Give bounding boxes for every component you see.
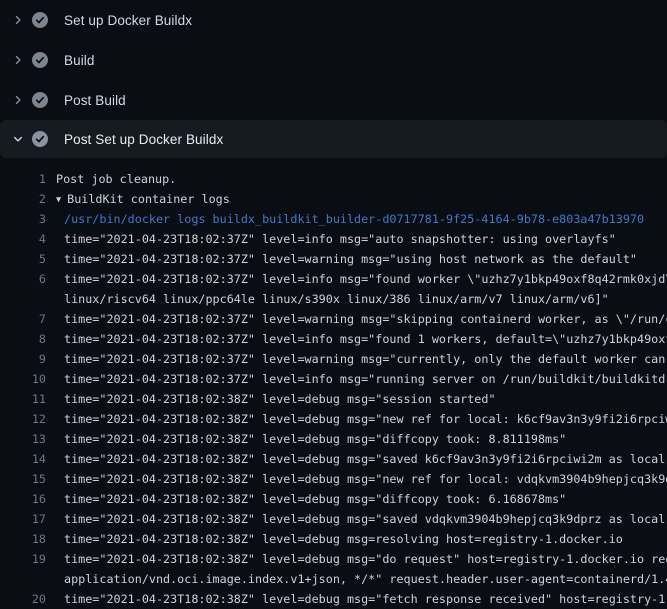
log-text: time="2021-04-23T18:02:37Z" level=info m…	[46, 332, 667, 346]
log-text: time="2021-04-23T18:02:37Z" level=info m…	[46, 272, 667, 286]
log-line: 13time="2021-04-23T18:02:38Z" level=debu…	[0, 429, 667, 449]
log-line: 2 ▼ BuildKit container logs	[0, 189, 667, 209]
line-number[interactable]: 9	[0, 352, 46, 366]
log-line: 17time="2021-04-23T18:02:38Z" level=debu…	[0, 509, 667, 529]
log-text: time="2021-04-23T18:02:38Z" level=debug …	[46, 392, 667, 406]
log-line: 12time="2021-04-23T18:02:38Z" level=debu…	[0, 409, 667, 429]
log-text: application/vnd.oci.image.index.v1+json,…	[46, 572, 667, 586]
log-line: 11time="2021-04-23T18:02:38Z" level=debu…	[0, 389, 667, 409]
check-circle-icon	[32, 131, 48, 147]
step-row-build[interactable]: Build	[0, 40, 667, 80]
line-number[interactable]: 19	[0, 552, 46, 566]
log-line: 18time="2021-04-23T18:02:38Z" level=debu…	[0, 529, 667, 549]
chevron-right-icon	[10, 12, 26, 28]
log-line: 7time="2021-04-23T18:02:37Z" level=warni…	[0, 309, 667, 329]
line-number[interactable]: 13	[0, 432, 46, 446]
line-number[interactable]: 8	[0, 332, 46, 346]
chevron-right-icon	[10, 52, 26, 68]
log-text: Post job cleanup.	[46, 172, 667, 186]
step-label: Post Build	[64, 93, 126, 108]
line-number[interactable]: 16	[0, 492, 46, 506]
log-command-text: /usr/bin/docker logs buildx_buildkit_bui…	[46, 212, 667, 226]
log-text: time="2021-04-23T18:02:38Z" level=debug …	[46, 512, 667, 526]
step-row-post-setup-docker-buildx[interactable]: Post Set up Docker Buildx	[0, 120, 667, 158]
check-circle-icon	[32, 12, 48, 28]
log-line: 4time="2021-04-23T18:02:37Z" level=info …	[0, 229, 667, 249]
step-row-post-build[interactable]: Post Build	[0, 80, 667, 120]
log-line: 9time="2021-04-23T18:02:37Z" level=warni…	[0, 349, 667, 369]
log-line: application/vnd.oci.image.index.v1+json,…	[0, 569, 667, 589]
steps-list: Set up Docker Buildx Build Post Build	[0, 0, 667, 158]
actions-log-viewer: Set up Docker Buildx Build Post Build	[0, 0, 667, 609]
log-line: 1Post job cleanup.	[0, 169, 667, 189]
check-circle-icon	[32, 52, 48, 68]
log-text: time="2021-04-23T18:02:38Z" level=debug …	[46, 412, 667, 426]
log-text: time="2021-04-23T18:02:38Z" level=debug …	[46, 552, 667, 566]
log-text: time="2021-04-23T18:02:37Z" level=warnin…	[46, 312, 667, 326]
check-circle-icon	[32, 92, 48, 108]
log-line: 10time="2021-04-23T18:02:37Z" level=info…	[0, 369, 667, 389]
step-label: Set up Docker Buildx	[64, 13, 192, 28]
log-text: time="2021-04-23T18:02:38Z" level=debug …	[46, 532, 667, 546]
log-line: 5time="2021-04-23T18:02:37Z" level=warni…	[0, 249, 667, 269]
log-text: linux/riscv64 linux/ppc64le linux/s390x …	[46, 292, 667, 306]
line-number[interactable]: 11	[0, 392, 46, 406]
line-number[interactable]: 20	[0, 592, 46, 606]
log-line: 3/usr/bin/docker logs buildx_buildkit_bu…	[0, 209, 667, 229]
log-line: 20time="2021-04-23T18:02:38Z" level=debu…	[0, 589, 667, 609]
line-number[interactable]: 4	[0, 232, 46, 246]
step-label: Build	[64, 53, 95, 68]
log-line: linux/riscv64 linux/ppc64le linux/s390x …	[0, 289, 667, 309]
log-text: time="2021-04-23T18:02:37Z" level=warnin…	[46, 352, 667, 366]
log-text: time="2021-04-23T18:02:38Z" level=debug …	[46, 472, 667, 486]
log-text: time="2021-04-23T18:02:38Z" level=debug …	[46, 432, 667, 446]
line-number[interactable]: 1	[0, 172, 46, 186]
log-group-toggle[interactable]: ▼ BuildKit container logs	[46, 192, 667, 206]
log-text: time="2021-04-23T18:02:37Z" level=info m…	[46, 232, 667, 246]
line-number[interactable]: 7	[0, 312, 46, 326]
line-number[interactable]: 17	[0, 512, 46, 526]
line-number[interactable]: 15	[0, 472, 46, 486]
log-line: 6time="2021-04-23T18:02:37Z" level=info …	[0, 269, 667, 289]
line-number[interactable]: 2	[0, 192, 46, 206]
line-number[interactable]: 5	[0, 252, 46, 266]
line-number[interactable]: 6	[0, 272, 46, 286]
chevron-right-icon	[10, 92, 26, 108]
line-number[interactable]: 12	[0, 412, 46, 426]
log-text: time="2021-04-23T18:02:37Z" level=info m…	[46, 372, 667, 386]
step-row-setup-docker-buildx[interactable]: Set up Docker Buildx	[0, 0, 667, 40]
log-text: time="2021-04-23T18:02:38Z" level=debug …	[46, 492, 667, 506]
collapse-triangle-icon: ▼	[56, 195, 61, 205]
log-line: 14time="2021-04-23T18:02:38Z" level=debu…	[0, 449, 667, 469]
line-number[interactable]: 10	[0, 372, 46, 386]
line-number[interactable]: 3	[0, 212, 46, 226]
log-line: 15time="2021-04-23T18:02:38Z" level=debu…	[0, 469, 667, 489]
log-text: time="2021-04-23T18:02:38Z" level=debug …	[46, 592, 667, 606]
chevron-down-icon	[10, 131, 26, 147]
log-text: time="2021-04-23T18:02:38Z" level=debug …	[46, 452, 667, 466]
log-line: 8time="2021-04-23T18:02:37Z" level=info …	[0, 329, 667, 349]
log-line: 16time="2021-04-23T18:02:38Z" level=debu…	[0, 489, 667, 509]
line-number[interactable]: 14	[0, 452, 46, 466]
line-number[interactable]: 18	[0, 532, 46, 546]
log-group-label: BuildKit container logs	[67, 192, 230, 206]
step-label: Post Set up Docker Buildx	[64, 132, 223, 147]
log-line: 19time="2021-04-23T18:02:38Z" level=debu…	[0, 549, 667, 569]
log-container: 1Post job cleanup.2▼BuildKit container l…	[0, 158, 667, 609]
log-text: time="2021-04-23T18:02:37Z" level=warnin…	[46, 252, 667, 266]
